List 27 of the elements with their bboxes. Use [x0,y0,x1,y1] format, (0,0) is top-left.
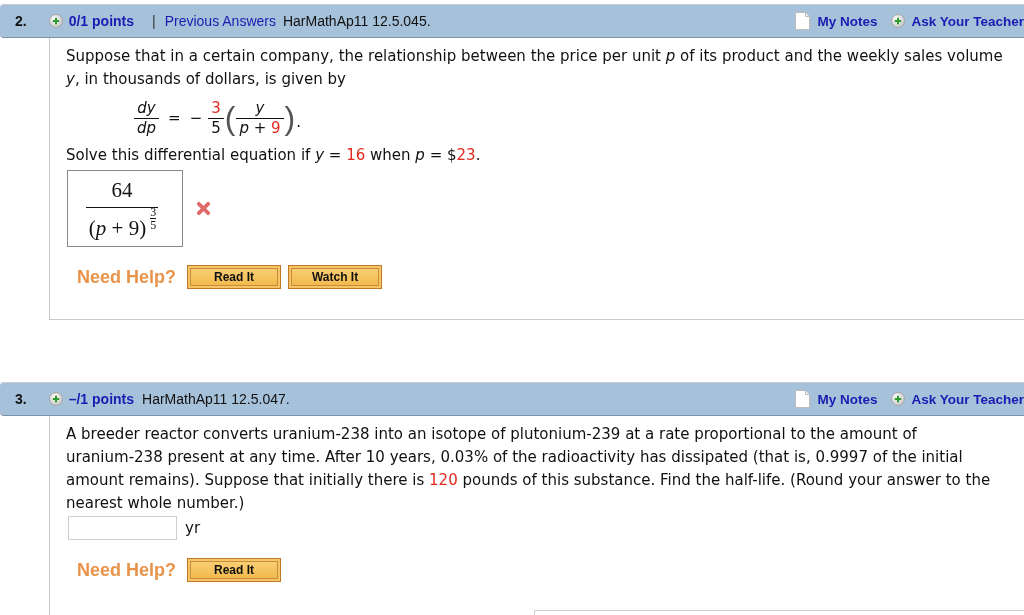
my-notes-link[interactable]: My Notes [817,391,878,407]
ask-teacher-link[interactable]: Ask Your Teacher [911,391,1024,407]
plus-icon[interactable] [891,392,906,406]
answer-field[interactable] [68,516,177,540]
need-help-label: Need Help? [77,266,177,288]
problem-source: HarMathAp11 12.5.047. [142,391,290,407]
question-text: A breeder reactor converts uranium-238 into an isotope of plutonium-239 at a rate proportional to the amount of uranium-238 present at any time. After 10 years, 0.03% of the radioactivity has dissipated (that is, 0.9997 of the initial amount remains). Suppose that initially there is 120 pounds of this substance. Find the half-life. (Round your answer to the nearest whole number.) [66,424,992,514]
separator: | [152,13,156,29]
document-icon[interactable] [795,390,811,408]
plus-icon[interactable] [48,392,63,406]
help-button[interactable]: Watch It [288,265,383,289]
unit-label: yr [185,517,201,539]
previous-answers-link[interactable]: Previous Answers [164,13,276,29]
document-icon[interactable] [795,12,811,30]
points-link[interactable]: –/1 points [68,391,135,407]
question-text: Solve this differential equation if y = 16 when p = $23. [66,145,482,166]
ask-teacher-link[interactable]: Ask Your Teacher [911,13,1024,29]
need-help-label: Need Help? [77,559,177,581]
my-notes-link[interactable]: My Notes [817,13,878,29]
points-link[interactable]: 0/1 points [68,13,135,29]
question-number: 2. [15,13,27,29]
plus-icon[interactable] [891,14,906,28]
help-button[interactable]: Read It [187,558,282,582]
plus-icon[interactable] [48,14,63,28]
help-button[interactable]: Read It [187,265,282,289]
question-number: 3. [15,391,27,407]
problem-source: HarMathAp11 12.5.045. [282,13,431,29]
